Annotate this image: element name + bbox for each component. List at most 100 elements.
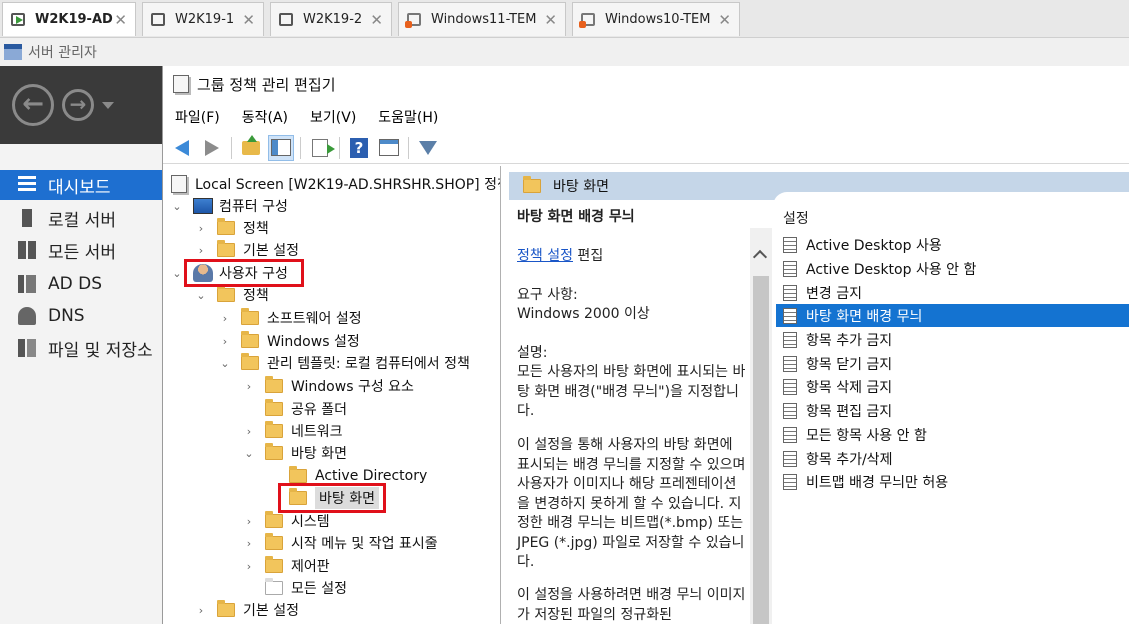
tree-item-user-preferences[interactable]: › 기본 설정 (195, 599, 299, 621)
show-hide-tree-button[interactable] (268, 134, 294, 161)
expand-icon[interactable]: › (243, 537, 255, 550)
sidebar-item-dashboard[interactable]: 대시보드 (0, 170, 162, 200)
setting-item[interactable]: 비트맵 배경 무늬만 허용 (776, 470, 1129, 493)
sidebar-item-all-servers[interactable]: 모든 서버 (0, 235, 162, 265)
sidebar-item-ad-ds[interactable]: AD DS (0, 269, 162, 299)
tree-item-label: 바탕 화면 (291, 446, 347, 462)
tree-item-all-settings[interactable]: 모든 설정 (243, 577, 347, 599)
expand-icon[interactable]: › (243, 515, 255, 528)
folder-icon (265, 533, 283, 550)
expand-icon[interactable]: › (195, 244, 207, 257)
tree-item-computer-policies[interactable]: › 정책 (195, 217, 269, 239)
help-icon: ? (350, 137, 368, 158)
menu-file[interactable]: 파일(F) (175, 107, 220, 127)
scrollbar-thumb[interactable] (753, 276, 769, 624)
tree-item-label: 네트워크 (291, 424, 343, 440)
tree-item-start-menu[interactable]: › 시작 메뉴 및 작업 표시줄 (243, 532, 438, 554)
tree-item-computer-config[interactable]: ⌄ 컴퓨터 구성 (171, 195, 288, 217)
settings-column-header[interactable]: 설정 (783, 208, 809, 228)
tree-item-label: 정책 (243, 221, 269, 237)
folder-icon (217, 285, 235, 302)
close-icon[interactable]: ✕ (370, 11, 383, 29)
tree-item-system[interactable]: › 시스템 (243, 510, 330, 532)
collapse-icon[interactable]: ⌄ (219, 357, 231, 370)
folder-icon (217, 218, 235, 235)
tree-item-computer-preferences[interactable]: › 기본 설정 (195, 239, 299, 261)
tree-item-user-policies[interactable]: ⌄ 정책 (195, 284, 269, 306)
tree-item-software-settings[interactable]: › 소프트웨어 설정 (219, 307, 362, 329)
folder-icon (217, 600, 235, 617)
tree-item-shared-folders[interactable]: 공유 폴더 (243, 398, 347, 420)
tree-item-network[interactable]: › 네트워크 (243, 420, 343, 442)
close-icon[interactable]: ✕ (718, 11, 731, 29)
collapse-icon[interactable]: ⌄ (195, 289, 207, 302)
expand-icon[interactable]: › (243, 425, 255, 438)
sidebar-item-file-storage[interactable]: 파일 및 저장소 (0, 333, 162, 363)
vm-tab-w2k19-2[interactable]: W2K19-2 ✕ (270, 2, 392, 36)
vm-tab-windows11-tem[interactable]: Windows11-TEM ✕ (398, 2, 566, 36)
expand-icon[interactable]: › (195, 604, 207, 617)
tree-item-root[interactable]: Local Screen [W2K19-AD.SHRSHR.SHOP] 정책 (171, 173, 500, 195)
expand-icon[interactable]: › (243, 560, 255, 573)
setting-item[interactable]: 변경 금지 (776, 281, 1129, 304)
properties-button[interactable] (376, 135, 402, 161)
vm-icon (151, 13, 165, 26)
vm-tab-windows10-tem[interactable]: Windows10-TEM ✕ (572, 2, 740, 36)
setting-item[interactable]: 항목 편집 금지 (776, 399, 1129, 422)
setting-item[interactable]: 항목 추가 금지 (776, 328, 1129, 351)
vm-running-icon (11, 13, 25, 26)
vm-tab-w2k19-ad[interactable]: W2K19-AD ✕ (2, 2, 136, 36)
menu-action[interactable]: 동작(A) (242, 107, 288, 127)
vm-tab-label: W2K19-AD (35, 12, 113, 27)
back-arrow-icon[interactable]: ← (12, 84, 54, 126)
expand-icon[interactable]: › (219, 335, 231, 348)
back-button[interactable] (169, 135, 195, 161)
collapse-icon[interactable]: ⌄ (243, 447, 255, 460)
tree-item-desktop[interactable]: ⌄ 바탕 화면 (243, 442, 347, 464)
description-scrollbar[interactable] (750, 228, 772, 624)
tree-item-admin-templates[interactable]: ⌄ 관리 템플릿: 로컬 컴퓨터에서 정책 (219, 352, 470, 374)
expand-icon[interactable]: › (219, 312, 231, 325)
forward-button[interactable] (199, 135, 225, 161)
up-folder-button[interactable] (238, 134, 264, 161)
edit-policy-link[interactable]: 정책 설정 (517, 248, 573, 264)
sidebar-item-local-server[interactable]: 로컬 서버 (0, 203, 162, 233)
vm-windows-icon (405, 13, 421, 28)
collapse-icon[interactable]: ⌄ (171, 200, 183, 213)
extended-description: 바탕 화면 배경 무늬 정책 설정 편집 요구 사항: Windows 2000… (509, 200, 758, 624)
tree-item-label: 모든 설정 (291, 581, 347, 597)
forward-arrow-icon[interactable]: → (62, 89, 94, 121)
tree-item-control-panel[interactable]: › 제어판 (243, 555, 330, 577)
setting-item[interactable]: Active Desktop 사용 (776, 233, 1129, 256)
help-button[interactable]: ? (346, 135, 372, 161)
tree-item-windows-settings[interactable]: › Windows 설정 (219, 330, 360, 352)
setting-item-selected[interactable]: 바탕 화면 배경 무늬 (776, 304, 1129, 327)
close-icon[interactable]: ✕ (544, 11, 557, 29)
filter-button[interactable] (415, 135, 441, 161)
chevron-down-icon[interactable] (102, 102, 114, 109)
setting-label: 모든 항목 사용 안 함 (806, 427, 927, 444)
setting-item[interactable]: 항목 닫기 금지 (776, 352, 1129, 375)
menu-help[interactable]: 도움말(H) (378, 107, 438, 127)
close-icon[interactable]: ✕ (242, 11, 255, 29)
setting-item[interactable]: Active Desktop 사용 안 함 (776, 257, 1129, 280)
setting-item[interactable]: 항목 삭제 금지 (776, 375, 1129, 398)
menu-view[interactable]: 보기(V) (310, 107, 356, 127)
setting-item[interactable]: 모든 항목 사용 안 함 (776, 423, 1129, 446)
scroll-up-icon[interactable] (752, 249, 768, 265)
computer-icon (193, 198, 213, 214)
highlight-box-user-config (184, 259, 304, 287)
close-icon[interactable]: ✕ (114, 11, 127, 29)
server-icon (22, 209, 32, 227)
server-manager-sidebar: 대시보드 로컬 서버 모든 서버 AD DS DNS 파일 및 저장소 (0, 144, 162, 624)
expand-icon[interactable]: › (243, 380, 255, 393)
vm-tab-w2k19-1[interactable]: W2K19-1 ✕ (142, 2, 264, 36)
tree-item-windows-components[interactable]: › Windows 구성 요소 (243, 375, 414, 397)
collapse-icon[interactable]: ⌄ (171, 267, 183, 280)
policy-setting-icon (783, 426, 797, 443)
expand-icon[interactable]: › (195, 222, 207, 235)
sidebar-item-dns[interactable]: DNS (0, 301, 162, 331)
setting-item[interactable]: 항목 추가/삭제 (776, 447, 1129, 470)
policy-setting-icon (783, 450, 797, 467)
export-list-button[interactable] (307, 135, 335, 161)
